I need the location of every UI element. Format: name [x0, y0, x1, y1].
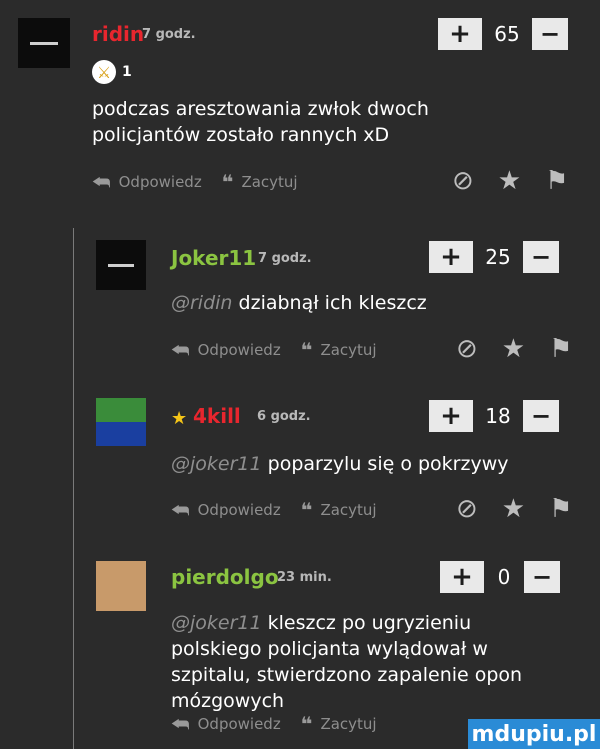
username[interactable]: 4kill: [193, 404, 241, 428]
comment-actions: ⮪ Odpowiedz ❝ Zacytuj: [171, 712, 377, 736]
thread-line: [73, 228, 74, 749]
hide-icon[interactable]: ⊘: [456, 494, 478, 524]
downvote-button[interactable]: −: [523, 400, 559, 432]
comment-text: @joker11 poparzylu się o pokrzywy: [171, 451, 509, 477]
reply-arrow-icon: ⮪: [171, 712, 190, 736]
upvote-button[interactable]: +: [440, 561, 484, 593]
star-badge-icon: ★: [171, 408, 188, 429]
quote-icon: ❝: [300, 338, 313, 362]
quote-icon: ❝: [300, 498, 313, 522]
mention-link[interactable]: @joker11: [171, 612, 262, 634]
comment-tools: ⊘ ★ ⚑: [452, 166, 592, 196]
comment-text: @ridin dziabnął ich kleszcz: [171, 290, 427, 316]
quote-button[interactable]: Zacytuj: [320, 341, 376, 359]
quote-icon: ❝: [300, 712, 313, 736]
vote-score: 25: [485, 245, 511, 269]
vote-widget: + 25 −: [429, 241, 559, 273]
star-icon[interactable]: ★: [498, 166, 521, 196]
reply-button[interactable]: Odpowiedz: [198, 341, 281, 359]
vote-score: 18: [485, 404, 511, 428]
comment-actions: ⮪ Odpowiedz ❝ Zacytuj: [92, 170, 298, 194]
comment-text: podczas aresztowania zwłok dwoch policja…: [92, 98, 429, 146]
badge-count: 1: [122, 64, 132, 80]
reply-arrow-icon: ⮪: [171, 498, 190, 522]
minus-icon: −: [530, 243, 552, 271]
timestamp: 7 godz.: [142, 27, 196, 42]
vote-widget: + 18 −: [429, 400, 559, 432]
comment-actions: ⮪ Odpowiedz ❝ Zacytuj: [171, 498, 377, 522]
comment-actions: ⮪ Odpowiedz ❝ Zacytuj: [171, 338, 377, 362]
avatar[interactable]: [96, 240, 146, 290]
reply-button[interactable]: Odpowiedz: [198, 501, 281, 519]
reply-arrow-icon: ⮪: [171, 338, 190, 362]
star-icon[interactable]: ★: [502, 494, 525, 524]
flag-icon[interactable]: ⚑: [545, 166, 568, 196]
plus-icon: +: [451, 562, 473, 592]
flag-icon[interactable]: ⚑: [549, 494, 572, 524]
downvote-button[interactable]: −: [532, 18, 568, 50]
downvote-button[interactable]: −: [523, 241, 559, 273]
vote-widget: + 0 −: [440, 561, 560, 593]
comment-body: poparzylu się o pokrzywy: [267, 453, 509, 475]
reply-arrow-icon: ⮪: [92, 170, 111, 194]
comment-tools: ⊘ ★ ⚑: [456, 334, 596, 364]
quote-icon: ❝: [221, 170, 234, 194]
vote-score: 0: [497, 565, 511, 589]
minus-icon: −: [530, 402, 552, 430]
avatar[interactable]: [96, 398, 146, 422]
reply-button[interactable]: Odpowiedz: [198, 715, 281, 733]
avatar-logo: [30, 42, 58, 45]
username[interactable]: Joker11: [171, 246, 256, 270]
plus-icon: +: [440, 242, 462, 272]
quote-button[interactable]: Zacytuj: [320, 501, 376, 519]
downvote-button[interactable]: −: [524, 561, 560, 593]
star-icon[interactable]: ★: [502, 334, 525, 364]
timestamp: 23 min.: [277, 570, 332, 585]
plus-icon: +: [440, 401, 462, 431]
plus-icon: +: [449, 19, 471, 49]
timestamp: 6 godz.: [257, 409, 311, 424]
avatar-logo: [108, 264, 134, 267]
hide-icon[interactable]: ⊘: [456, 334, 478, 364]
mention-link[interactable]: @joker11: [171, 453, 262, 475]
hide-icon[interactable]: ⊘: [452, 166, 474, 196]
quote-button[interactable]: Zacytuj: [241, 173, 297, 191]
avatar-lower: [96, 422, 146, 446]
minus-icon: −: [531, 563, 553, 591]
upvote-button[interactable]: +: [438, 18, 482, 50]
vote-widget: + 65 −: [438, 18, 568, 50]
avatar[interactable]: [18, 18, 70, 68]
comment-text: @joker11 kleszcz po ugryzieniu polskiego…: [171, 610, 561, 714]
quote-button[interactable]: Zacytuj: [320, 715, 376, 733]
vote-score: 65: [494, 22, 520, 46]
minus-icon: −: [539, 20, 561, 48]
upvote-button[interactable]: +: [429, 400, 473, 432]
watermark-logo: mdupiu.pl: [468, 719, 600, 749]
avatar[interactable]: [96, 561, 146, 611]
comment-body: dziabnął ich kleszcz: [238, 292, 427, 314]
upvote-button[interactable]: +: [429, 241, 473, 273]
badge-icon: ⚔: [92, 60, 116, 84]
mention-link[interactable]: @ridin: [171, 292, 232, 314]
comment-tools: ⊘ ★ ⚑: [456, 494, 596, 524]
reply-button[interactable]: Odpowiedz: [119, 173, 202, 191]
username[interactable]: pierdolgo: [171, 565, 279, 589]
flag-icon[interactable]: ⚑: [549, 334, 572, 364]
username[interactable]: ridin: [92, 22, 144, 46]
timestamp: 7 godz.: [258, 251, 312, 266]
